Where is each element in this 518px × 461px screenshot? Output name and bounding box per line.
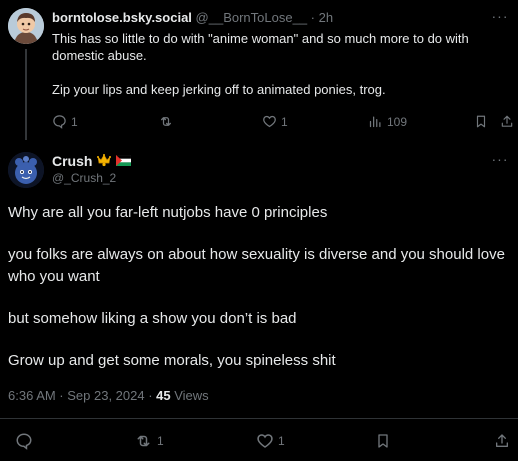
avatar[interactable] [8, 8, 44, 44]
tweet-paragraph: This has so little to do with "anime wom… [52, 31, 469, 63]
share-button[interactable] [500, 114, 514, 129]
share-icon [494, 432, 510, 450]
thread-line [25, 49, 27, 140]
timestamp[interactable]: 2h [319, 10, 333, 25]
repost-icon [158, 114, 174, 129]
repost-button[interactable] [158, 114, 178, 129]
more-options-button[interactable]: ··· [490, 9, 510, 26]
share-icon [500, 114, 514, 129]
like-button[interactable]: 1 [262, 114, 288, 129]
user-handle[interactable]: @_Crush_2 [52, 171, 116, 185]
reply-button[interactable] [15, 432, 37, 450]
divider [0, 418, 518, 419]
reply-icon [52, 114, 67, 129]
reply-count: 1 [71, 114, 78, 129]
repost-button[interactable]: 1 [134, 432, 164, 450]
like-count: 1 [278, 434, 285, 448]
cartoon-avatar-icon [8, 8, 44, 44]
user-handle[interactable]: @__BornToLose__ [196, 10, 308, 25]
separator-dot: · [310, 10, 316, 25]
heart-icon [256, 432, 274, 450]
repost-icon [134, 432, 153, 450]
reply-tweet[interactable]: borntolose.bsky.social @__BornToLose__ ·… [0, 0, 518, 140]
views-label: Views [170, 388, 209, 403]
tweet-paragraph: but somehow liking a show you don’t is b… [8, 310, 297, 327]
blue-character-avatar-icon [8, 152, 44, 188]
tweet-timestamp[interactable]: 6:36 AM · Sep 23, 2024 · [8, 388, 156, 403]
tweet-paragraph: Zip your lips and keep jerking off to an… [52, 82, 386, 97]
tweet-text: Why are all you far-left nutjobs have 0 … [8, 202, 508, 372]
display-name[interactable]: Crush [52, 153, 92, 170]
crown-emoji-icon [96, 152, 112, 171]
tweet-paragraph: Grow up and get some morals, you spinele… [8, 352, 336, 369]
bookmark-icon [474, 114, 488, 129]
views-count: 109 [387, 114, 408, 129]
reply-header: borntolose.bsky.social @__BornToLose__ ·… [52, 10, 333, 26]
share-button[interactable] [494, 432, 510, 450]
repost-count: 1 [157, 434, 164, 448]
main-header: Crush [52, 152, 132, 171]
bookmark-icon [375, 432, 391, 450]
reply-button[interactable]: 1 [52, 114, 78, 129]
palestine-flag-icon [116, 153, 132, 170]
heart-icon [262, 114, 277, 129]
more-options-button[interactable]: ··· [490, 152, 510, 169]
like-count: 1 [281, 114, 288, 129]
tweet-meta: 6:36 AM · Sep 23, 2024 · 45 Views [8, 388, 209, 404]
display-name[interactable]: borntolose.bsky.social [52, 10, 192, 25]
avatar[interactable] [8, 152, 44, 188]
tweet-paragraph: Why are all you far-left nutjobs have 0 … [8, 204, 328, 221]
tweet-text: This has so little to do with "anime wom… [52, 30, 507, 98]
bookmark-button[interactable] [375, 432, 391, 450]
views-button[interactable]: 109 [368, 114, 407, 129]
bookmark-button[interactable] [474, 114, 488, 129]
like-button[interactable]: 1 [256, 432, 285, 450]
tweet-paragraph: you folks are always on about how sexual… [8, 246, 505, 285]
views-count: 45 [156, 388, 171, 403]
reply-icon [15, 432, 33, 450]
analytics-icon [368, 114, 383, 129]
